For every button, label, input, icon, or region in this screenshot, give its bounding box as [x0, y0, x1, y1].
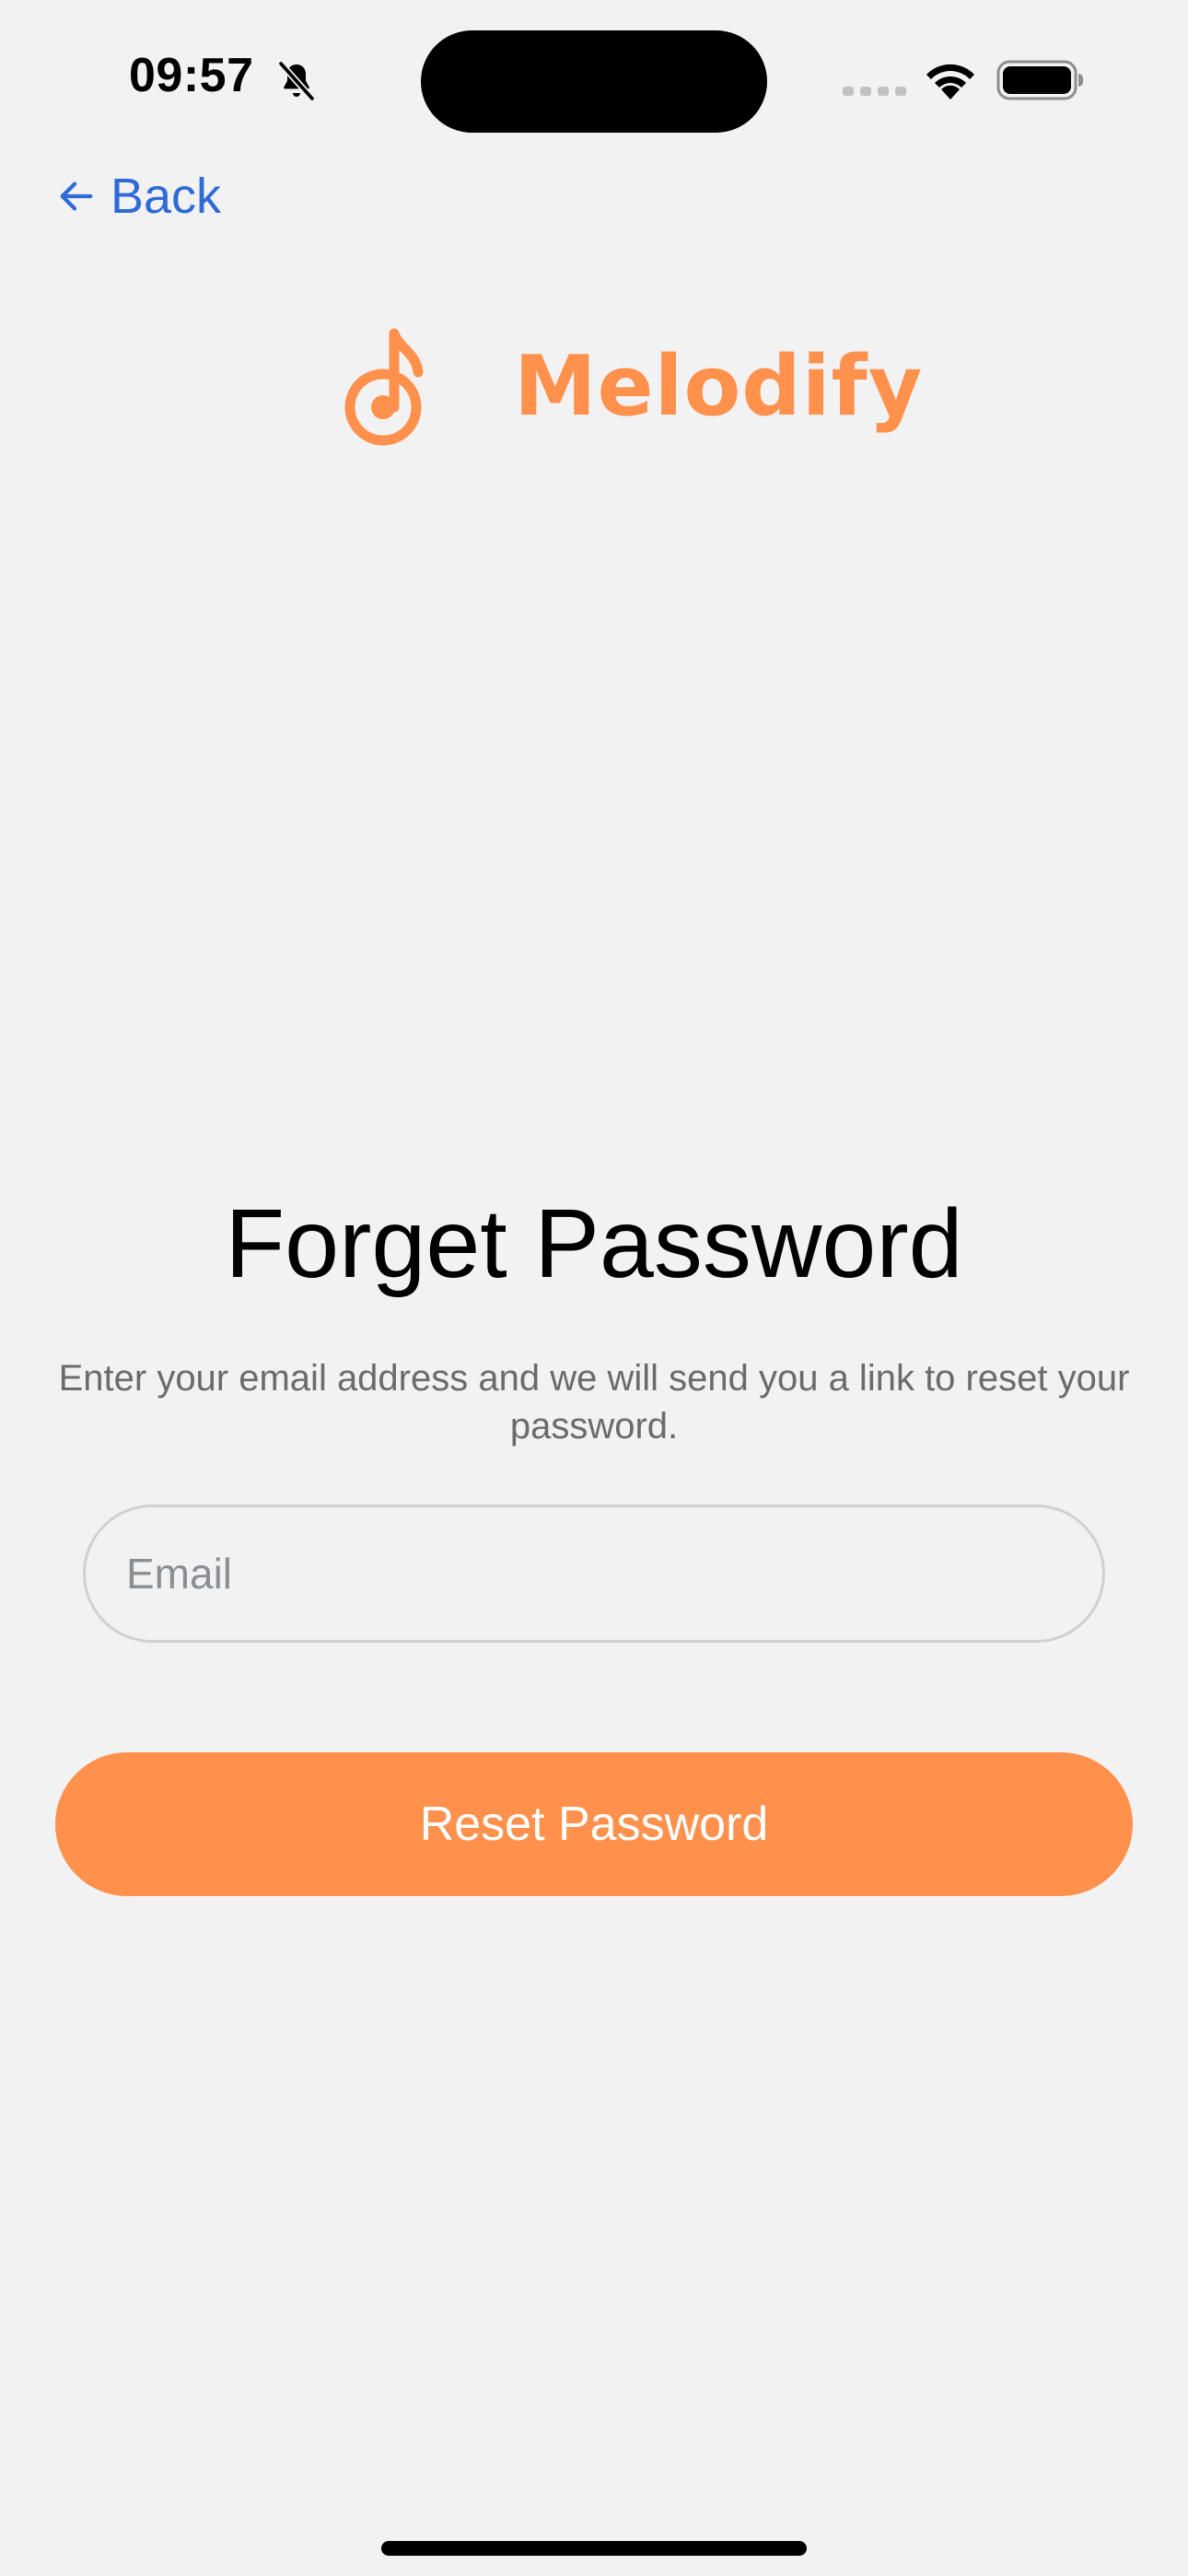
reset-password-button[interactable]: Reset Password: [55, 1752, 1133, 1896]
arrow-left-icon: [60, 181, 93, 211]
home-indicator: [381, 2541, 807, 2556]
wifi-icon: [926, 64, 974, 100]
status-time: 09:57: [129, 49, 254, 102]
dynamic-island: [421, 30, 767, 133]
page-description: Enter your email address and we will sen…: [58, 1358, 1130, 1446]
back-button[interactable]: Back: [55, 164, 221, 228]
email-field[interactable]: [83, 1505, 1105, 1643]
music-note-icon: [344, 328, 424, 446]
battery-icon: [996, 60, 1083, 100]
back-label: Back: [111, 169, 222, 224]
brand-logo: Melodify: [341, 322, 923, 451]
signal-icon: [843, 87, 906, 96]
page-title: Forget Password: [225, 1189, 963, 1298]
bell-muted-icon: [277, 60, 316, 102]
brand-name: Melodify: [514, 338, 924, 435]
